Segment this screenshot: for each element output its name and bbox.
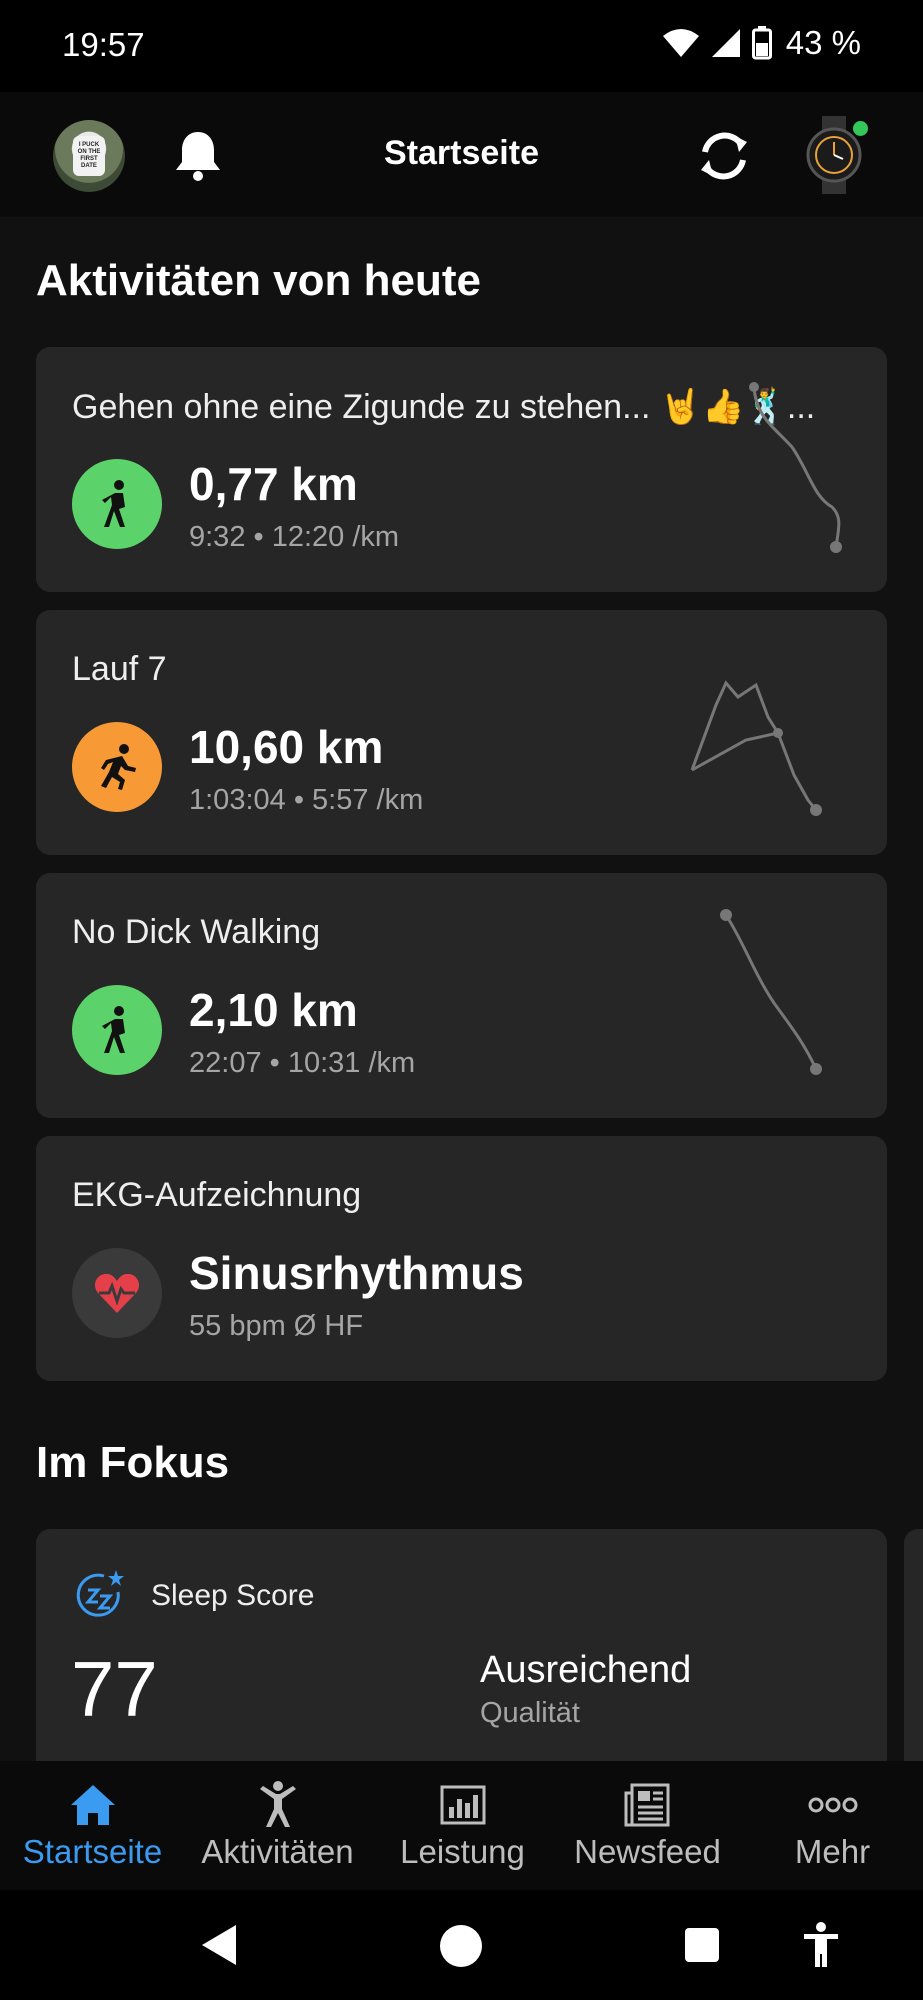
page-title: Startseite: [384, 134, 539, 172]
chart-icon: [440, 1785, 485, 1825]
route-map: [749, 382, 842, 553]
activity-card[interactable]: Gehen ohne eine Zigunde zu stehen... 🤘👍🕺…: [36, 347, 887, 592]
nav-performance[interactable]: Leistung: [370, 1761, 555, 1890]
sleep-score-value: 77: [71, 1645, 158, 1733]
route-map: [690, 680, 822, 816]
nav-newsfeed[interactable]: Newsfeed: [555, 1761, 740, 1890]
sleep-quality: Ausreichend: [480, 1649, 692, 1691]
device-connected-indicator: [853, 121, 868, 136]
activity-distance: 2,10 km: [189, 984, 358, 1036]
ecg-card[interactable]: EKG-Aufzeichnung Sinusrhythmus 55 bpm Ø …: [36, 1136, 887, 1381]
more-icon: [808, 1797, 857, 1813]
activity-distance: 0,77 km: [189, 458, 358, 510]
back-icon[interactable]: [198, 1923, 240, 1967]
activity-card[interactable]: Lauf 7 10,60 km 1:03:04 • 5:57 /km: [36, 610, 887, 855]
activity-title: No Dick Walking: [72, 913, 321, 951]
activity-title: Lauf 7: [72, 650, 167, 688]
activity-person-icon: [259, 1781, 296, 1827]
nav-home[interactable]: Startseite: [0, 1761, 185, 1890]
walking-icon: [72, 985, 162, 1075]
nav-label: Startseite: [22, 1833, 163, 1870]
activity-stats: 22:07 • 10:31 /km: [189, 1047, 416, 1079]
home-system-icon[interactable]: [439, 1924, 483, 1968]
sleep-score-label: Sleep Score: [151, 1579, 315, 1612]
activity-distance: 10,60 km: [189, 721, 384, 773]
home-icon: [70, 1785, 115, 1825]
walking-icon: [72, 459, 162, 549]
nav-activities[interactable]: Aktivitäten: [185, 1761, 370, 1890]
heart-ecg-icon: [72, 1248, 162, 1338]
nav-label: Newsfeed: [574, 1833, 721, 1870]
sleep-score-card[interactable]: Sleep Score 77 Ausreichend Qualität: [36, 1529, 887, 1789]
status-icons: 43 %: [662, 24, 861, 62]
ecg-result: Sinusrhythmus: [189, 1247, 524, 1299]
battery-icon: [751, 26, 772, 60]
nav-more[interactable]: Mehr: [740, 1761, 923, 1890]
recents-icon[interactable]: [684, 1927, 720, 1963]
section-title-today: Aktivitäten von heute: [36, 256, 481, 305]
app-header: I PUCK ON THE FIRST DATE Startseite: [0, 92, 923, 217]
sync-icon[interactable]: [693, 126, 755, 186]
newsfeed-icon: [624, 1783, 669, 1827]
activity-stats: 1:03:04 • 5:57 /km: [189, 784, 424, 816]
battery-percent: 43 %: [785, 24, 861, 61]
activity-card[interactable]: No Dick Walking 2,10 km 22:07 • 10:31 /k…: [36, 873, 887, 1118]
sleep-score-icon: [76, 1570, 124, 1617]
bottom-navigation: Startseite Aktivitäten Leistung Newsfeed…: [0, 1761, 923, 1890]
status-bar: 19:57 43 %: [0, 0, 923, 92]
section-title-focus: Im Fokus: [36, 1438, 230, 1487]
system-navigation: [0, 1890, 923, 2000]
running-icon: [72, 722, 162, 812]
ecg-heart-rate: 55 bpm Ø HF: [189, 1310, 364, 1342]
nav-label: Mehr: [794, 1833, 871, 1870]
nav-label: Leistung: [400, 1833, 525, 1870]
ecg-title: EKG-Aufzeichnung: [72, 1176, 362, 1214]
accessibility-icon[interactable]: [802, 1922, 840, 1968]
signal-icon: [711, 29, 740, 57]
status-time: 19:57: [62, 26, 145, 63]
nav-label: Aktivitäten: [201, 1833, 354, 1870]
wifi-icon: [662, 29, 699, 57]
route-map: [720, 909, 822, 1075]
activity-stats: 9:32 • 12:20 /km: [189, 521, 400, 553]
next-focus-card[interactable]: [904, 1529, 923, 1789]
sleep-quality-label: Qualität: [480, 1697, 580, 1729]
